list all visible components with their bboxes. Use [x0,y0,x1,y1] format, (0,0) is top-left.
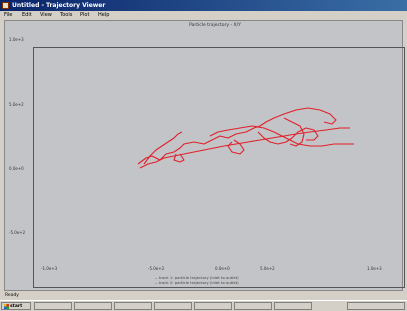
menu-item-view[interactable]: View [40,11,52,20]
plot-area[interactable]: Particle trajectory - X/Y 1.0e+3 5.0e+2 … [4,20,405,291]
taskbar-button[interactable] [114,302,152,310]
trajectory-trace-1 [137,107,337,165]
plot-axes [33,47,405,288]
menu-item-file[interactable]: File [4,11,12,20]
status-bar: Ready [0,291,407,300]
y-tick-label: 5.0e+2 [9,102,24,107]
application-window: Untitled - Trajectory Viewer File Edit V… [0,0,407,311]
trajectory-traces [137,107,354,169]
menu-bar: File Edit View Tools Plot Help [0,11,407,20]
title-bar[interactable]: Untitled - Trajectory Viewer [0,0,407,11]
plot-title: Particle trajectory - X/Y [189,23,241,28]
system-tray [347,302,405,310]
app-icon [2,2,9,9]
trajectory-trace-6 [227,139,245,155]
start-button[interactable]: start [1,302,31,310]
trajectory-canvas [137,107,354,169]
x-tick-label: -1.0e+3 [41,266,58,271]
x-tick-label: 5.0e+2 [260,266,275,271]
trajectory-trace-5 [257,127,319,145]
legend-entry: -- track 2: particle trajectory (inlet t… [155,280,239,285]
menu-item-help[interactable]: Help [98,11,109,20]
trajectory-trace-2 [139,127,350,169]
trajectory-trace-4 [143,131,183,165]
y-tick-label: 1.0e+3 [9,37,24,42]
plot-legend: -- track 1: particle trajectory (inlet t… [155,275,239,285]
menu-item-edit[interactable]: Edit [22,11,32,20]
windows-logo-icon [4,304,9,309]
taskbar-button[interactable] [274,302,312,310]
taskbar-button[interactable] [34,302,72,310]
taskbar-button[interactable] [234,302,272,310]
taskbar-button[interactable] [154,302,192,310]
window-title: Untitled - Trajectory Viewer [12,2,106,9]
status-text: Ready [5,293,19,298]
menu-item-plot[interactable]: Plot [80,11,89,20]
menu-item-tools[interactable]: Tools [60,11,72,20]
taskbar-button[interactable] [194,302,232,310]
taskbar-button[interactable] [74,302,112,310]
y-tick-label: -5.0e+2 [9,230,26,235]
x-tick-label: 1.0e+3 [367,266,382,271]
x-tick-label: 0.0e+0 [215,266,230,271]
taskbar: start [0,300,407,311]
x-tick-label: -5.0e+2 [148,266,165,271]
y-tick-label: 0.0e+0 [9,166,24,171]
start-label: start [10,304,23,309]
